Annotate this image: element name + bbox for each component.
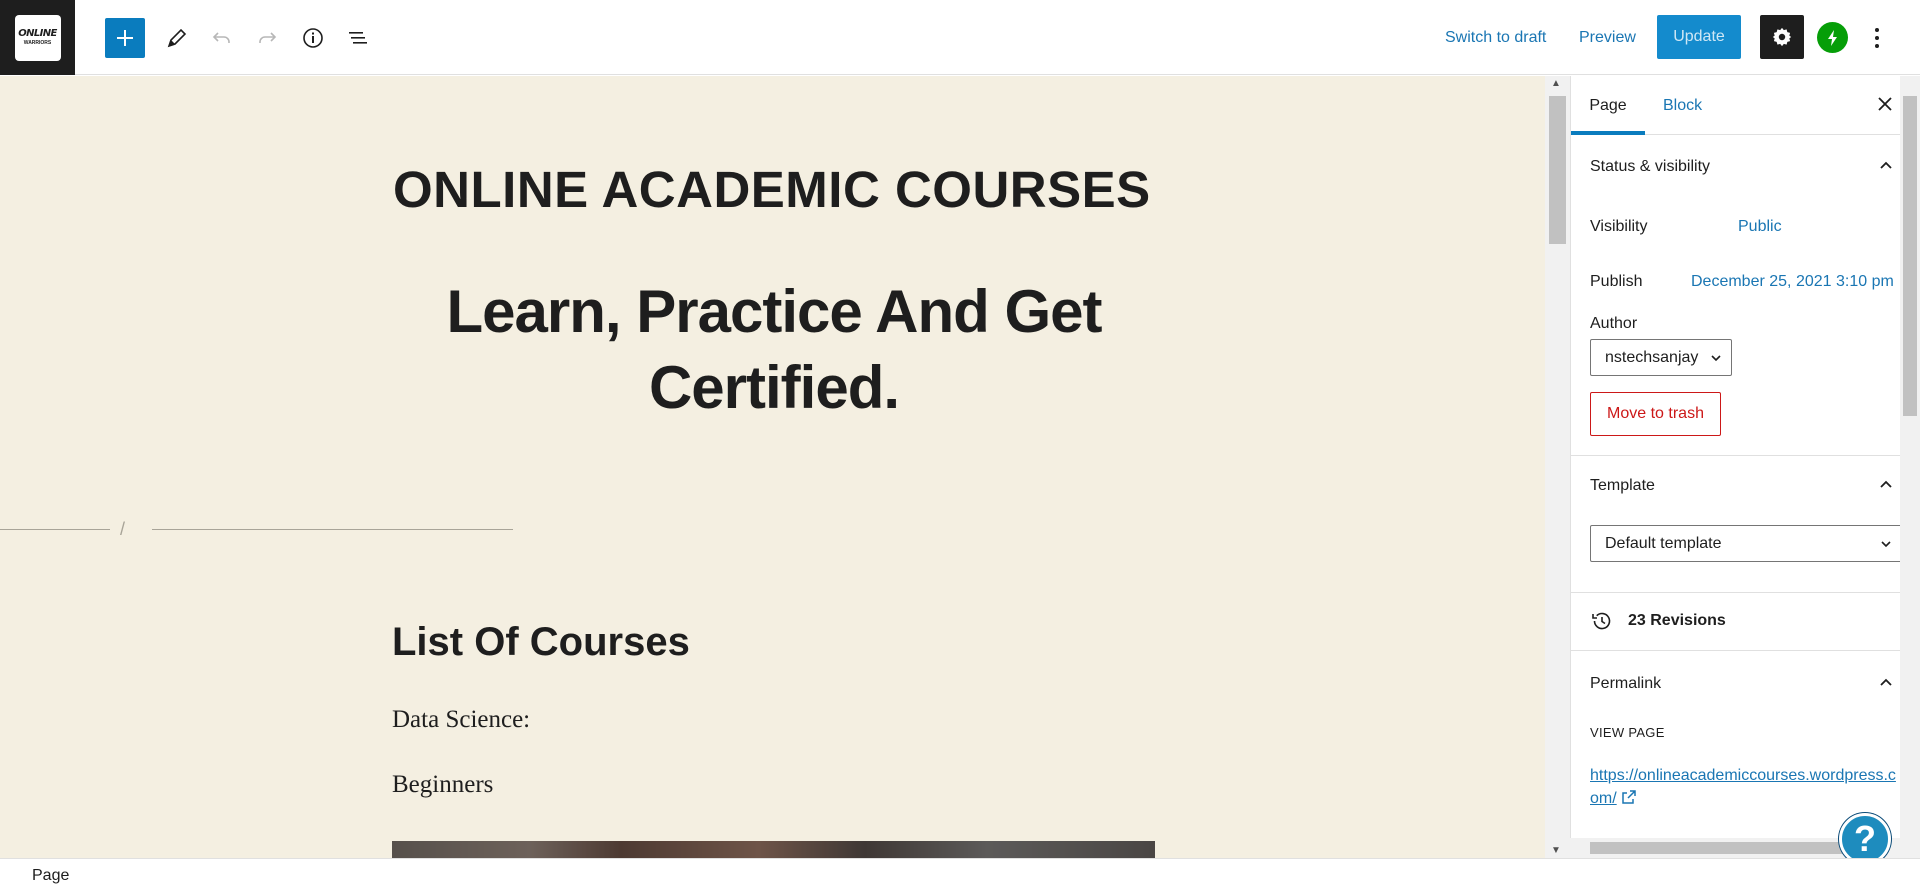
- author-label: Author: [1590, 315, 1638, 332]
- block-breadcrumb-bar: Page: [0, 858, 1920, 890]
- plus-icon: [117, 30, 133, 46]
- permalink-panel-toggle[interactable]: Permalink: [1571, 654, 1900, 714]
- author-select-value: nstechsanjay: [1605, 348, 1699, 366]
- list-view-icon: [349, 32, 367, 44]
- scroll-up-arrow-icon[interactable]: ▲: [1551, 78, 1561, 89]
- redo-icon: [259, 32, 277, 43]
- sidebar-scrollbar[interactable]: [1900, 76, 1920, 858]
- block-inserter-button[interactable]: [105, 18, 145, 58]
- settings-sidebar: Page Block Status & visibility Visibilit…: [1570, 76, 1900, 858]
- vertical-ellipsis-icon: [1875, 28, 1879, 48]
- scroll-down-arrow-icon[interactable]: ▼: [1551, 845, 1561, 856]
- editor-canvas: ONLINE ACADEMIC COURSES Learn, Practice …: [0, 76, 1545, 858]
- template-select-value: Default template: [1605, 534, 1722, 552]
- separator-line-left: [0, 529, 110, 530]
- courses-heading[interactable]: List Of Courses: [392, 620, 690, 665]
- logo-badge: ONLINE WARRIORS: [14, 14, 61, 61]
- chevron-down-icon: [1881, 541, 1891, 548]
- bolt-icon: [1827, 29, 1837, 46]
- editor-header: ONLINE WARRIORS Switch to draft Preview …: [0, 0, 1920, 75]
- more-options-button[interactable]: [1862, 20, 1892, 56]
- redo-button[interactable]: [247, 18, 287, 58]
- permalink-link[interactable]: https://onlineacademiccourses.wordpress.…: [1590, 764, 1900, 810]
- paragraph-beginners[interactable]: Beginners: [392, 771, 493, 799]
- author-select[interactable]: nstechsanjay: [1590, 339, 1732, 376]
- tab-page[interactable]: Page: [1571, 76, 1645, 135]
- status-visibility-title: Status & visibility: [1590, 158, 1711, 175]
- update-button[interactable]: Update: [1657, 15, 1741, 59]
- chevron-up-icon: [1880, 678, 1892, 686]
- close-icon: [1878, 97, 1892, 111]
- external-link-icon: [1621, 790, 1636, 804]
- list-view-button[interactable]: [338, 18, 378, 58]
- close-sidebar-button[interactable]: [1873, 92, 1897, 116]
- canvas-scrollbar[interactable]: ▲ ▼: [1545, 76, 1570, 858]
- sidebar-hscroll-thumb[interactable]: [1590, 842, 1870, 854]
- chevron-up-icon: [1880, 480, 1892, 488]
- template-panel-toggle[interactable]: Template: [1571, 456, 1900, 516]
- tools-button[interactable]: [157, 18, 197, 58]
- separator-block[interactable]: /: [0, 519, 513, 539]
- chevron-up-icon: [1880, 161, 1892, 169]
- permalink-title: Permalink: [1590, 675, 1662, 692]
- logo-line2: WARRIORS: [23, 40, 52, 46]
- view-page-label: VIEW PAGE: [1590, 725, 1665, 740]
- preview-button[interactable]: Preview: [1579, 29, 1636, 47]
- logo-line1: ONLINE: [18, 28, 57, 39]
- revisions-button[interactable]: 23 Revisions: [1571, 593, 1900, 649]
- tab-block[interactable]: Block: [1663, 76, 1702, 135]
- jetpack-button[interactable]: [1817, 22, 1848, 53]
- undo-button[interactable]: [202, 18, 242, 58]
- page-heading[interactable]: Learn, Practice And Get Certified.: [393, 274, 1155, 426]
- switch-to-draft-button[interactable]: Switch to draft: [1445, 29, 1546, 47]
- separator-glyph: /: [120, 519, 126, 539]
- undo-icon: [212, 32, 230, 43]
- canvas-scrollbar-thumb[interactable]: [1549, 96, 1566, 244]
- panel-divider: [1571, 650, 1900, 651]
- separator-line-right: [152, 529, 513, 530]
- template-title: Template: [1590, 477, 1655, 494]
- page-heading-line2: Certified.: [648, 354, 900, 421]
- pencil-icon: [167, 28, 187, 48]
- chevron-down-icon: [1711, 355, 1721, 362]
- publish-date-toggle[interactable]: December 25, 2021 3:10 pm: [1691, 273, 1894, 291]
- site-logo[interactable]: ONLINE WARRIORS: [0, 0, 75, 75]
- sidebar-scrollbar-thumb[interactable]: [1903, 96, 1917, 416]
- site-title[interactable]: ONLINE ACADEMIC COURSES: [393, 160, 1151, 219]
- breadcrumb-page[interactable]: Page: [32, 867, 69, 885]
- settings-button[interactable]: [1760, 15, 1804, 59]
- paragraph-data-science[interactable]: Data Science:: [392, 706, 530, 734]
- details-button[interactable]: [293, 18, 333, 58]
- revisions-label: 23 Revisions: [1628, 612, 1726, 629]
- gear-icon: [1772, 27, 1792, 47]
- template-select[interactable]: Default template: [1590, 525, 1900, 562]
- history-icon: [1592, 612, 1611, 630]
- visibility-toggle[interactable]: Public: [1738, 218, 1782, 236]
- sidebar-tabs: Page Block: [1571, 76, 1900, 135]
- status-visibility-panel-toggle[interactable]: Status & visibility: [1571, 137, 1900, 197]
- info-icon: [303, 28, 323, 48]
- publish-label: Publish: [1590, 273, 1643, 290]
- image-block[interactable]: [392, 841, 1155, 858]
- page-heading-line1: Learn, Practice And Get: [446, 278, 1103, 345]
- move-to-trash-button[interactable]: Move to trash: [1590, 392, 1721, 436]
- visibility-label: Visibility: [1590, 218, 1648, 235]
